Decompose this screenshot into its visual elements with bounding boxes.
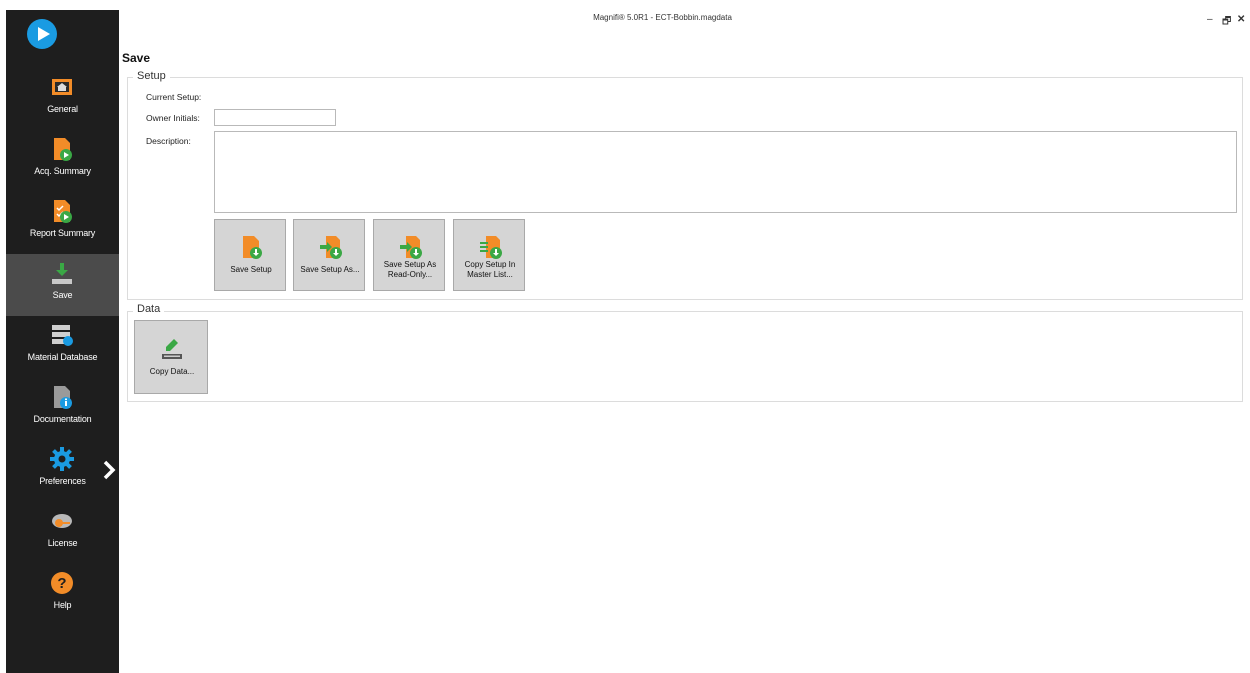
sidebar-item-report-summary[interactable]: Report Summary <box>6 192 119 254</box>
save-setup-as-button[interactable]: Save Setup As... <box>293 219 365 291</box>
data-group <box>127 311 1243 402</box>
description-label: Description: <box>146 136 191 146</box>
report-summary-icon <box>54 200 72 223</box>
owner-initials-label: Owner Initials: <box>146 113 200 123</box>
save-setup-as-label: Save Setup As... <box>300 265 360 274</box>
sidebar-item-label: Material Database <box>27 352 98 362</box>
copy-master-label-line1: Copy Setup In <box>464 260 516 269</box>
sidebar-item-material-database[interactable]: Material Database <box>6 316 119 378</box>
data-group-label: Data <box>133 303 165 315</box>
chevron-right-icon[interactable] <box>102 459 116 481</box>
save-setup-label: Save Setup <box>230 265 272 274</box>
copy-master-list-icon <box>480 236 502 259</box>
acq-summary-icon <box>54 138 72 161</box>
documentation-icon <box>54 386 72 409</box>
save-setup-read-only-button[interactable]: Save Setup As Read-Only... <box>373 219 445 291</box>
sidebar-item-help[interactable]: ? Help <box>6 564 119 626</box>
save-setup-icon <box>243 236 262 259</box>
save-read-only-label-line2: Read-Only... <box>387 270 433 279</box>
description-field[interactable] <box>214 131 1237 213</box>
sidebar-item-license[interactable]: License <box>6 502 119 564</box>
restore-button[interactable]: 🗗 <box>1222 14 1231 31</box>
copy-data-label: Copy Data... <box>149 367 195 376</box>
sidebar-item-label: General <box>47 104 78 114</box>
window-title: Magnifi® 5.0R1 - ECT-Bobbin.magdata <box>593 13 732 22</box>
copy-master-label-line2: Master List... <box>467 270 513 279</box>
minimize-button[interactable]: – <box>1207 14 1213 25</box>
copy-data-icon <box>162 339 182 359</box>
sidebar-item-documentation[interactable]: Documentation <box>6 378 119 440</box>
owner-initials-input[interactable] <box>214 109 336 126</box>
sidebar-item-save[interactable]: Save <box>6 254 119 316</box>
home-icon <box>52 79 72 95</box>
sidebar-item-general[interactable]: General <box>6 68 119 130</box>
sidebar-item-label: Save <box>52 290 73 300</box>
page-title: Save <box>122 51 151 65</box>
gear-icon <box>50 447 74 471</box>
save-read-only-label-line1: Save Setup As <box>383 260 437 269</box>
save-setup-as-icon <box>320 236 342 259</box>
sidebar-item-label: Acq. Summary <box>34 166 91 176</box>
current-setup-label: Current Setup: <box>146 92 202 102</box>
sidebar-item-label: Documentation <box>33 414 92 424</box>
copy-data-button[interactable]: Copy Data... <box>134 320 208 394</box>
copy-setup-master-list-button[interactable]: Copy Setup In Master List... <box>453 219 525 291</box>
save-icon <box>52 263 72 284</box>
material-database-icon <box>52 325 73 346</box>
close-button[interactable]: ✕ <box>1237 14 1245 25</box>
sidebar: General Acq. Summary Report Summary Save… <box>6 10 119 673</box>
sidebar-item-label: Report Summary <box>29 228 96 238</box>
save-setup-button[interactable]: Save Setup <box>214 219 286 291</box>
sidebar-item-label: License <box>47 538 78 548</box>
app-logo <box>27 19 57 49</box>
save-read-only-icon <box>400 236 422 259</box>
setup-group-label: Setup <box>133 70 170 82</box>
sidebar-item-label: Help <box>53 600 72 610</box>
license-icon <box>52 514 72 528</box>
help-icon: ? <box>51 572 73 594</box>
sidebar-item-acq-summary[interactable]: Acq. Summary <box>6 130 119 192</box>
svg-text:?: ? <box>57 575 66 592</box>
